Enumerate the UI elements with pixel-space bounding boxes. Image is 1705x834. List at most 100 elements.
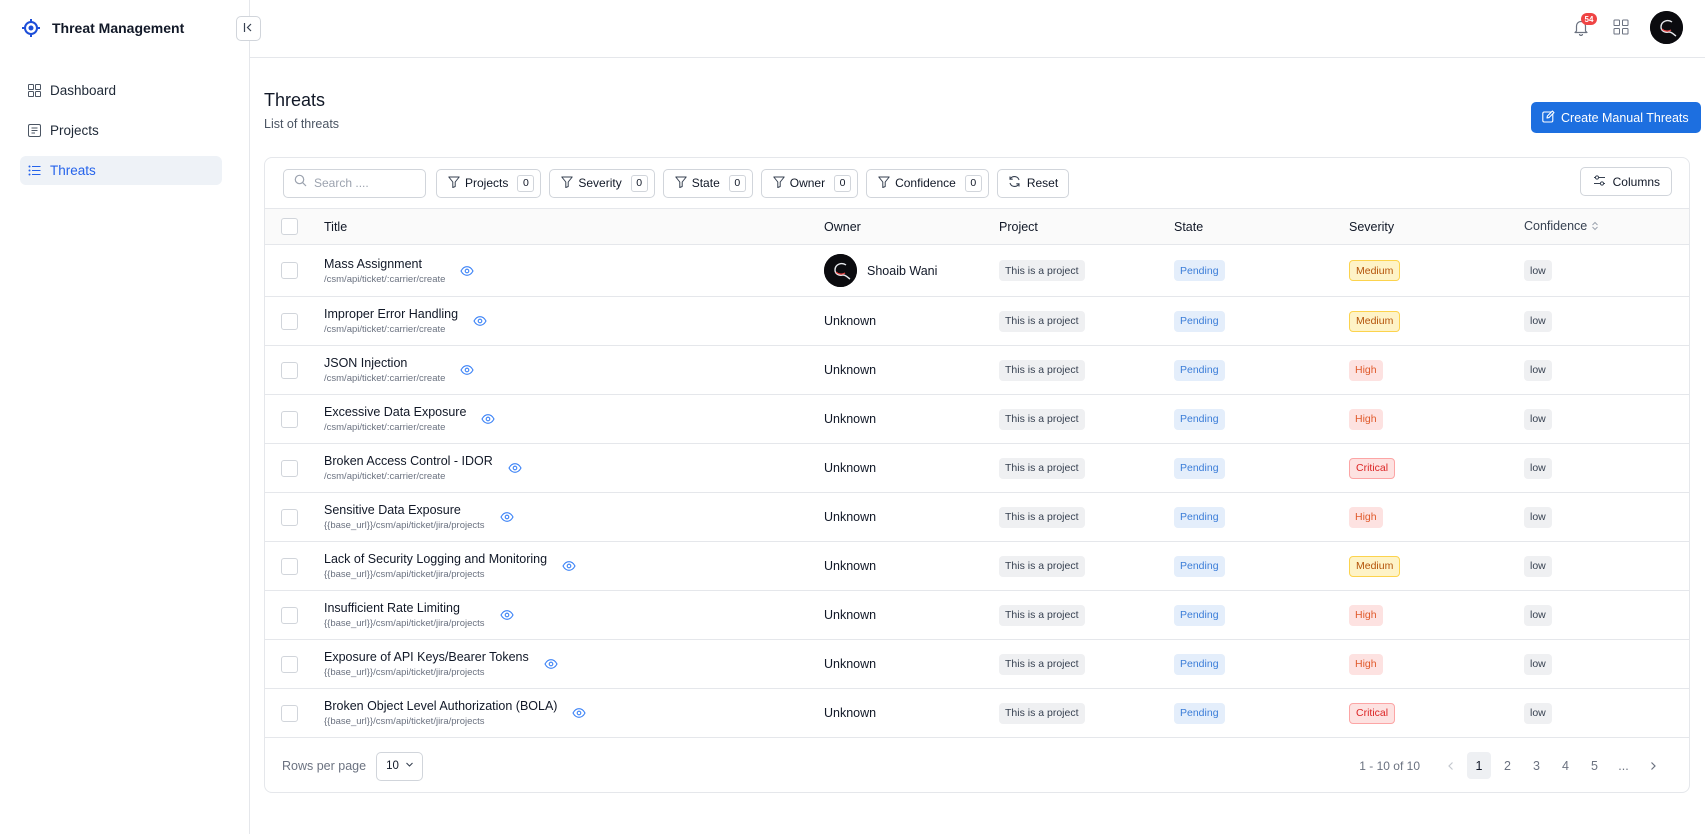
user-avatar[interactable] [1650,11,1683,44]
threat-title[interactable]: JSON Injection [324,356,445,370]
sidebar-item-dashboard[interactable]: Dashboard [20,76,222,105]
column-header-project[interactable]: Project [999,209,1174,245]
severity-tag: Critical [1349,702,1396,724]
select-all-checkbox[interactable] [281,218,298,235]
page-button-4[interactable]: 4 [1551,752,1580,779]
confidence-cell: low [1524,297,1689,346]
sidebar-item-threats[interactable]: Threats [20,156,222,185]
filter-confidence-button[interactable]: Confidence 0 [866,168,989,198]
table-row[interactable]: Improper Error Handling/csm/api/ticket/:… [265,297,1689,346]
brand[interactable]: Threat Management [20,17,184,39]
severity-cell: High [1349,493,1524,542]
filter-projects-button[interactable]: Projects 0 [436,168,542,198]
threat-title[interactable]: Sensitive Data Exposure [324,503,485,517]
filter-severity-button[interactable]: Severity 0 [549,168,655,198]
collapse-sidebar-button[interactable] [236,16,261,41]
column-header-confidence[interactable]: Confidence [1524,209,1689,245]
reset-button[interactable]: Reset [996,168,1070,198]
table-row[interactable]: Sensitive Data Exposure {{base_url}}/csm/… [265,493,1689,542]
page-button-5[interactable]: 5 [1580,752,1609,779]
sidebar-item-label: Projects [50,123,99,138]
state-cell: Pending [1174,542,1349,591]
owner-cell: Unknown [824,444,999,493]
page-button-1[interactable]: 1 [1467,752,1491,779]
threat-title[interactable]: Exposure of API Keys/Bearer Tokens [324,650,529,664]
state-cell: Pending [1174,640,1349,689]
row-select-cell [265,444,324,493]
filter-label: Confidence [895,176,956,190]
columns-button[interactable]: Columns [1579,167,1672,196]
table-row[interactable]: Excessive Data Exposure/csm/api/ticket/:… [265,395,1689,444]
severity-tag: Critical [1349,457,1396,479]
sort-icon[interactable] [1591,220,1599,234]
view-eye-icon[interactable] [472,313,488,329]
list-icon [27,164,41,178]
owner-cell: Unknown [824,640,999,689]
project-cell: This is a project [999,640,1174,689]
confidence-tag: low [1524,310,1552,332]
page-button-2[interactable]: 2 [1493,752,1522,779]
page-button-3[interactable]: 3 [1522,752,1551,779]
view-eye-icon[interactable] [543,656,559,672]
table-row[interactable]: JSON Injection/csm/api/ticket/:carrier/c… [265,346,1689,395]
threat-title[interactable]: Excessive Data Exposure [324,405,466,419]
row-checkbox[interactable] [281,262,298,279]
filter-icon [448,176,460,191]
view-eye-icon[interactable] [499,509,515,525]
severity-cell: High [1349,640,1524,689]
view-eye-icon[interactable] [459,263,475,279]
confidence-tag: low [1524,555,1552,577]
rows-per-page-select[interactable]: 10 [376,751,424,781]
table-row[interactable]: Broken Object Level Authorization (BOLA)… [265,689,1689,738]
row-checkbox[interactable] [281,410,298,428]
filter-count: 0 [728,174,746,192]
filter-owner-button[interactable]: Owner 0 [760,168,859,198]
table-row[interactable]: Exposure of API Keys/Bearer Tokens {{base… [265,640,1689,689]
view-eye-icon[interactable] [507,460,523,476]
view-eye-icon[interactable] [480,411,496,427]
row-checkbox[interactable] [281,557,298,575]
threat-title[interactable]: Lack of Security Logging and Monitoring [324,552,547,566]
table-row[interactable]: Insufficient Rate Limiting {{base_url}}/c… [265,591,1689,640]
threat-title[interactable]: Insufficient Rate Limiting [324,601,485,615]
confidence-tag: low [1524,702,1552,724]
search-box[interactable] [283,168,426,198]
owner-name: Unknown [824,706,877,720]
table-row[interactable]: Lack of Security Logging and Monitoring {… [265,542,1689,591]
row-checkbox[interactable] [281,508,298,526]
filter-state-button[interactable]: State 0 [662,168,753,198]
row-checkbox[interactable] [281,655,298,673]
view-eye-icon[interactable] [561,558,577,574]
search-input[interactable] [314,176,414,190]
view-eye-icon[interactable] [499,607,515,623]
column-header-state[interactable]: State [1174,209,1349,245]
previous-page-button[interactable] [1436,752,1465,779]
table-row[interactable]: Broken Access Control - IDOR/csm/api/tic… [265,444,1689,493]
view-eye-icon[interactable] [571,705,587,721]
table-row[interactable]: Mass Assignment/csm/api/ticket/:carrier/… [265,245,1689,297]
title-cell: Insufficient Rate Limiting {{base_url}}/c… [324,591,824,640]
apps-grid-icon[interactable] [1613,19,1631,37]
state-tag: Pending [1174,702,1225,724]
view-eye-icon[interactable] [459,362,475,378]
sidebar-item-projects[interactable]: Projects [20,116,222,145]
row-checkbox[interactable] [281,459,298,477]
row-checkbox[interactable] [281,312,298,330]
owner-name: Unknown [824,461,877,475]
threat-title[interactable]: Broken Object Level Authorization (BOLA) [324,699,557,713]
column-header-title[interactable]: Title [324,209,824,245]
confidence-cell: low [1524,346,1689,395]
threat-title[interactable]: Broken Access Control - IDOR [324,454,493,468]
row-checkbox[interactable] [281,361,298,379]
create-manual-threats-button[interactable]: Create Manual Threats [1531,102,1701,133]
next-page-button[interactable] [1638,752,1667,779]
notification-badge: 54 [1581,13,1597,25]
collapse-icon [243,21,254,36]
column-header-severity[interactable]: Severity [1349,209,1524,245]
title-cell: Lack of Security Logging and Monitoring {… [324,542,824,591]
threat-title[interactable]: Improper Error Handling [324,307,458,321]
row-checkbox[interactable] [281,606,298,624]
threat-title[interactable]: Mass Assignment [324,257,445,271]
column-header-owner[interactable]: Owner [824,209,999,245]
row-checkbox[interactable] [281,704,298,722]
